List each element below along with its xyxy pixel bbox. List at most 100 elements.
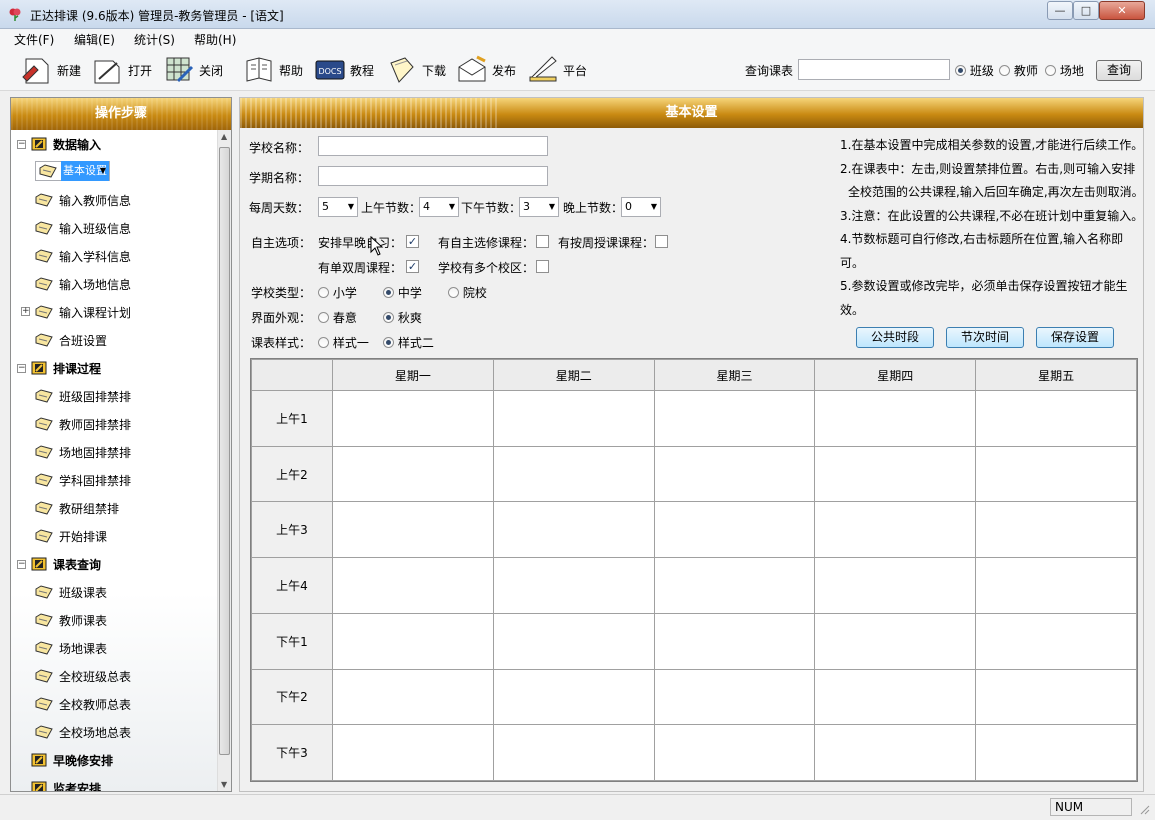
schedule-cell[interactable] <box>492 445 655 503</box>
download-button[interactable]: 下载 <box>385 52 446 88</box>
schedule-cell[interactable] <box>653 501 816 559</box>
schedule-cell[interactable] <box>653 557 816 614</box>
tree-item[interactable]: 学科固排禁排 <box>35 469 133 491</box>
look-spring-radio[interactable]: 春意 <box>318 309 357 326</box>
schedule-cell[interactable] <box>814 668 977 726</box>
tree-item[interactable]: 全校场地总表 <box>35 721 133 743</box>
radio-venue[interactable]: 场地 <box>1045 62 1084 79</box>
period-header[interactable]: 下午2 <box>251 668 333 726</box>
menu-edit[interactable]: 编辑(E) <box>74 31 115 48</box>
tree-item[interactable]: 基本设置 <box>35 161 110 181</box>
query-input[interactable] <box>798 59 950 80</box>
menu-stats[interactable]: 统计(S) <box>134 31 175 48</box>
tree-expander-icon[interactable]: − <box>17 363 26 373</box>
schedule-cell[interactable] <box>332 445 494 503</box>
scroll-up-icon[interactable]: ▲ <box>221 132 227 141</box>
schedule-cell[interactable] <box>653 445 816 503</box>
multi-campus-checkbox[interactable] <box>536 260 549 273</box>
schedule-cell[interactable] <box>975 390 1137 447</box>
schedule-cell[interactable] <box>492 501 655 559</box>
tree-item[interactable]: 场地课表 <box>35 637 109 659</box>
schedule-cell[interactable] <box>492 612 655 670</box>
schedule-cell[interactable] <box>814 501 977 559</box>
am-periods-select[interactable]: 4 <box>419 197 459 217</box>
period-header[interactable]: 上午3 <box>251 501 333 559</box>
tree-group[interactable]: − 课表查询 <box>17 553 103 575</box>
weekly-course-checkbox[interactable] <box>655 235 668 248</box>
schedule-cell[interactable] <box>653 390 816 447</box>
type-middle-radio[interactable]: 中学 <box>383 284 422 301</box>
pm-periods-select[interactable]: 3 <box>519 197 559 217</box>
minimize-button[interactable]: — <box>1047 1 1073 20</box>
open-button[interactable]: 打开 <box>91 52 152 88</box>
publish-button[interactable]: 发布 <box>455 52 516 88</box>
schedule-cell[interactable] <box>975 501 1137 559</box>
schedule-cell[interactable] <box>975 668 1137 726</box>
tree-item[interactable]: 合班设置 <box>35 329 109 351</box>
tree-group[interactable]: − 排课过程 <box>17 357 103 379</box>
platform-button[interactable]: 平台 <box>526 52 587 88</box>
days-per-week-select[interactable]: 5 <box>318 197 358 217</box>
save-settings-button[interactable]: 保存设置 <box>1036 327 1114 348</box>
close-window-button[interactable]: ✕ <box>1099 1 1145 20</box>
tree-item[interactable]: 输入学科信息 <box>35 245 133 267</box>
elective-checkbox[interactable] <box>536 235 549 248</box>
menu-help[interactable]: 帮助(H) <box>194 31 236 48</box>
tree-group[interactable]: − 数据输入 <box>17 133 103 155</box>
eve-periods-select[interactable]: 0 <box>621 197 661 217</box>
period-header[interactable]: 下午1 <box>251 612 333 670</box>
query-button[interactable]: 查询 <box>1096 60 1142 81</box>
look-autumn-radio[interactable]: 秋爽 <box>383 309 422 326</box>
maximize-button[interactable]: □ <box>1073 1 1099 20</box>
schedule-cell[interactable] <box>975 445 1137 503</box>
biweekly-checkbox[interactable]: ✓ <box>406 260 419 273</box>
schedule-cell[interactable] <box>814 724 977 781</box>
schedule-cell[interactable] <box>332 390 494 447</box>
type-primary-radio[interactable]: 小学 <box>318 284 357 301</box>
schedule-cell[interactable] <box>814 612 977 670</box>
schedule-cell[interactable] <box>975 724 1137 781</box>
help-button[interactable]: 帮助 <box>242 52 303 88</box>
style-two-radio[interactable]: 样式二 <box>383 334 434 351</box>
tree-item[interactable]: 输入场地信息 <box>35 273 133 295</box>
scroll-down-icon[interactable]: ▼ <box>221 780 227 789</box>
tree-item[interactable]: 班级固排禁排 <box>35 385 133 407</box>
period-header[interactable]: 上午1 <box>251 390 333 447</box>
tree-group[interactable]: 监考安排 <box>17 777 103 791</box>
schedule-cell[interactable] <box>332 557 494 614</box>
tree-item[interactable]: 班级课表 <box>35 581 109 603</box>
schedule-cell[interactable] <box>492 390 655 447</box>
period-header[interactable]: 上午2 <box>251 445 333 503</box>
tree-expander-icon[interactable]: − <box>17 559 26 569</box>
term-name-input[interactable] <box>318 166 548 186</box>
steps-scrollbar[interactable]: ▲ ▼ <box>217 130 231 791</box>
schedule-cell[interactable] <box>814 445 977 503</box>
public-slots-button[interactable]: 公共时段 <box>856 327 934 348</box>
schedule-cell[interactable] <box>653 612 816 670</box>
tree-item[interactable]: 教研组禁排 <box>35 497 121 519</box>
new-button[interactable]: 新建 <box>20 52 81 88</box>
schedule-cell[interactable] <box>332 668 494 726</box>
schedule-cell[interactable] <box>492 668 655 726</box>
radio-teacher[interactable]: 教师 <box>999 62 1038 79</box>
tree-group[interactable]: 早晚修安排 <box>17 749 115 771</box>
schedule-cell[interactable] <box>492 557 655 614</box>
tree-item[interactable]: 开始排课 <box>35 525 109 547</box>
tree-item[interactable]: 教师课表 <box>35 609 109 631</box>
tree-item[interactable]: 输入教师信息 <box>35 189 133 211</box>
school-name-input[interactable] <box>318 136 548 156</box>
schedule-cell[interactable] <box>332 612 494 670</box>
type-college-radio[interactable]: 院校 <box>448 284 487 301</box>
steps-scroll-thumb[interactable] <box>219 147 230 755</box>
tree-item[interactable]: 全校班级总表 <box>35 665 133 687</box>
radio-class[interactable]: 班级 <box>955 62 994 79</box>
schedule-cell[interactable] <box>332 724 494 781</box>
schedule-cell[interactable] <box>814 390 977 447</box>
tree-expander-icon[interactable]: + <box>21 307 30 316</box>
tree-item[interactable]: 场地固排禁排 <box>35 441 133 463</box>
schedule-cell[interactable] <box>814 557 977 614</box>
menu-file[interactable]: 文件(F) <box>14 31 54 48</box>
close-button[interactable]: 关闭 <box>162 52 223 88</box>
style-one-radio[interactable]: 样式一 <box>318 334 369 351</box>
schedule-cell[interactable] <box>332 501 494 559</box>
